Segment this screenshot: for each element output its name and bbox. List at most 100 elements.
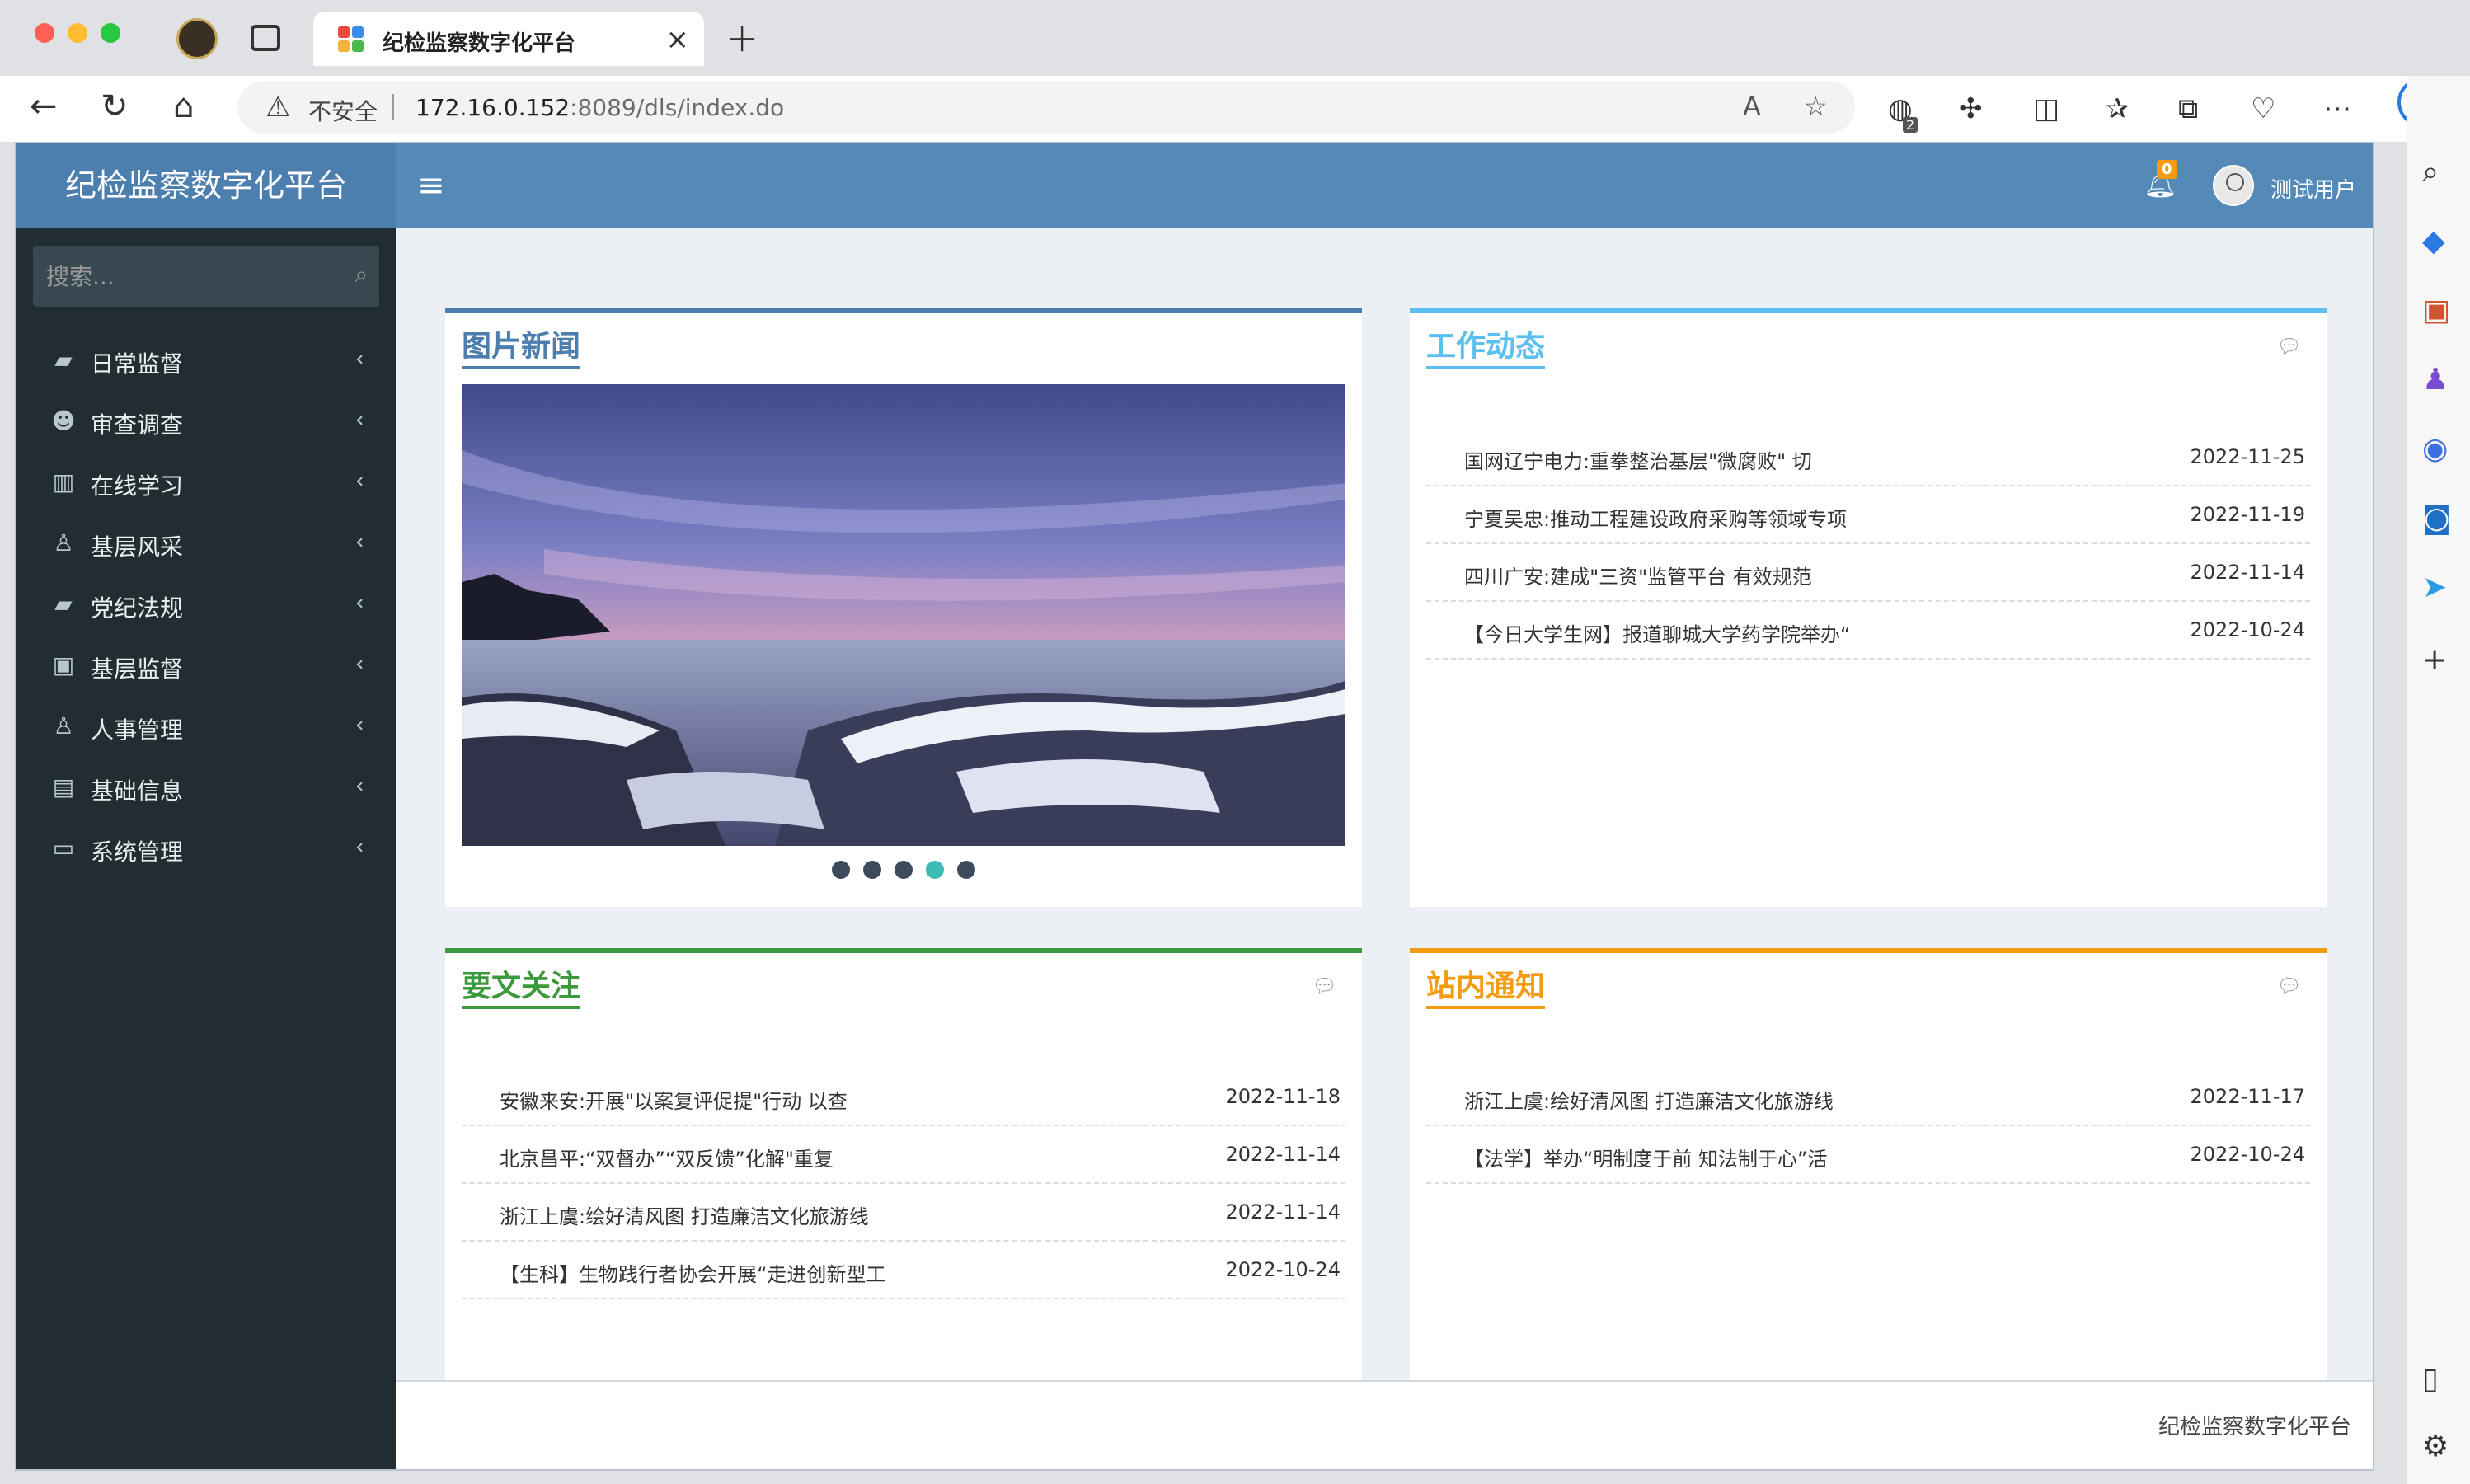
more-options-icon[interactable]: ⋯ bbox=[2323, 92, 2351, 125]
comment-icon[interactable]: 💬︎ bbox=[2277, 974, 2302, 998]
browser-essentials-icon[interactable]: ♡ bbox=[2251, 92, 2275, 125]
sidebar-item-label: 日常监督 bbox=[91, 350, 184, 378]
minimize-window-button[interactable] bbox=[68, 23, 87, 43]
home-icon[interactable]: ⌂ bbox=[173, 87, 194, 125]
comment-icon[interactable]: 💬︎ bbox=[2277, 335, 2302, 358]
news-row[interactable]: 北京昌平:“双督办”“双反馈”化解"重复 2022-11-14 bbox=[462, 1126, 1345, 1184]
outlook-icon[interactable]: ◙ bbox=[2422, 501, 2451, 535]
news-title[interactable]: 【生科】生物践行者协会开展“走进创新型工 bbox=[500, 1258, 885, 1287]
sidebar-item-label: 基层风采 bbox=[91, 533, 184, 561]
add-sidebar-app-icon[interactable]: + bbox=[2422, 643, 2447, 677]
news-row[interactable]: 【生科】生物践行者协会开展“走进创新型工 2022-10-24 bbox=[462, 1242, 1345, 1299]
chevron-left-icon: ‹ bbox=[355, 345, 364, 372]
comment-icon[interactable]: 💬︎ bbox=[1312, 974, 1337, 998]
news-row[interactable]: 宁夏吴忠:推动工程建设政府采购等领域专项 2022-11-19 bbox=[1426, 486, 2310, 544]
collections-icon[interactable]: ⧉ bbox=[2178, 92, 2198, 125]
new-tab-button[interactable]: + bbox=[726, 15, 758, 61]
tab-title: 纪检监察数字化平台 bbox=[383, 31, 576, 56]
person-icon: ♙ bbox=[53, 712, 74, 740]
news-title[interactable]: 浙江上虞:绘好清风图 打造廉洁文化旅游线 bbox=[1464, 1085, 1834, 1114]
browser-profile-avatar[interactable] bbox=[176, 18, 218, 59]
menu-toggle-icon[interactable]: ≡ bbox=[417, 167, 445, 204]
games-icon[interactable]: ♟ bbox=[2422, 363, 2449, 397]
sidebar-item[interactable]: ♙ 基层风采 ‹ bbox=[16, 513, 396, 574]
chevron-left-icon: ‹ bbox=[355, 406, 364, 433]
url-text[interactable]: 172.16.0.152:8089/dls/index.do bbox=[416, 94, 784, 121]
news-title[interactable]: 【法学】举办“明制度于前 知法制于心”活 bbox=[1464, 1143, 1828, 1172]
send-icon[interactable]: ➤ bbox=[2422, 571, 2447, 604]
key-articles-title[interactable]: 要文关注 bbox=[462, 968, 581, 1009]
sidebar-item[interactable]: ▰ 日常监督 ‹ bbox=[16, 330, 396, 391]
sidebar-item-label: 人事管理 bbox=[91, 716, 184, 744]
photo-news-title[interactable]: 图片新闻 bbox=[462, 328, 581, 369]
news-title[interactable]: 国网辽宁电力:重拳整治基层"微腐败" 切 bbox=[1464, 445, 1812, 474]
carousel-dot[interactable] bbox=[957, 861, 975, 879]
maximize-window-button[interactable] bbox=[101, 23, 120, 43]
refresh-icon[interactable]: ↻ bbox=[101, 87, 129, 125]
sidebar-search-input[interactable] bbox=[46, 261, 326, 292]
desktop-icon: ▭ bbox=[52, 834, 75, 862]
news-title[interactable]: 浙江上虞:绘好清风图 打造廉洁文化旅游线 bbox=[500, 1200, 869, 1229]
address-bar[interactable]: ⚠ 不安全 172.16.0.152:8089/dls/index.do A ☆ bbox=[237, 81, 1855, 134]
sidebar-item-label: 审查调查 bbox=[91, 411, 184, 439]
sidebar-item[interactable]: ▭ 系统管理 ‹ bbox=[16, 818, 396, 879]
carousel-indicators bbox=[445, 861, 1362, 882]
news-title[interactable]: 四川广安:建成"三资"监管平台 有效规范 bbox=[1464, 561, 1812, 589]
search-icon[interactable]: ⌕ bbox=[2422, 155, 2439, 190]
close-window-button[interactable] bbox=[35, 23, 54, 43]
news-row[interactable]: 四川广安:建成"三资"监管平台 有效规范 2022-11-14 bbox=[1426, 544, 2310, 602]
add-favorite-icon[interactable]: ☆ bbox=[1804, 91, 1828, 122]
tools-briefcase-icon[interactable]: ▣ bbox=[2422, 294, 2450, 327]
carousel-dot[interactable] bbox=[926, 861, 944, 879]
news-row[interactable]: 浙江上虞:绘好清风图 打造廉洁文化旅游线 2022-11-14 bbox=[462, 1184, 1345, 1242]
sidebar-item[interactable]: ▥ 在线学习 ‹ bbox=[16, 452, 396, 513]
carousel-dot[interactable] bbox=[895, 861, 913, 879]
user-avatar[interactable] bbox=[2213, 165, 2254, 206]
news-title[interactable]: 安徽来安:开展"以案复评促提"行动 以查 bbox=[500, 1085, 848, 1114]
split-screen-icon[interactable]: ◫ bbox=[2033, 92, 2059, 125]
back-icon[interactable]: ← bbox=[30, 87, 58, 125]
tab-close-icon[interactable]: × bbox=[666, 23, 690, 56]
browser-tab-active[interactable]: 纪检监察数字化平台 × bbox=[313, 12, 704, 66]
office-icon[interactable]: ◉ bbox=[2422, 432, 2448, 466]
news-date: 2022-10-24 bbox=[2190, 1143, 2305, 1166]
site-notices-title[interactable]: 站内通知 bbox=[1426, 968, 1546, 1009]
settings-gear-icon[interactable]: ⚙ bbox=[2422, 1430, 2449, 1463]
news-row[interactable]: 【今日大学生网】报道聊城大学药学院举办“ 2022-10-24 bbox=[1426, 602, 2310, 660]
chevron-left-icon: ‹ bbox=[355, 589, 364, 616]
app-logo[interactable]: 纪检监察数字化平台 bbox=[16, 143, 396, 228]
key-articles-list: 安徽来安:开展"以案复评促提"行动 以查 2022-11-18 北京昌平:“双督办”… bbox=[462, 1068, 1345, 1299]
sidebar-item[interactable]: ▰ 党纪法规 ‹ bbox=[16, 574, 396, 635]
sidebar-layout-icon[interactable]: ▯ bbox=[2422, 1362, 2439, 1396]
photo-carousel-image[interactable] bbox=[462, 384, 1345, 846]
sidebar-item[interactable]: ▤ 基础信息 ‹ bbox=[16, 757, 396, 818]
work-news-panel: 工作动态 💬︎ 国网辽宁电力:重拳整治基层"微腐败" 切 2022-11-25 宁夏… bbox=[1410, 308, 2327, 907]
sidebar-item[interactable]: ▣ 基层监督 ‹ bbox=[16, 635, 396, 696]
users-icon: ☻ bbox=[51, 407, 76, 434]
extensions-icon[interactable]: ✣ bbox=[1959, 92, 1983, 125]
news-date: 2022-11-19 bbox=[2190, 503, 2305, 526]
carousel-dot[interactable] bbox=[863, 861, 881, 879]
news-row[interactable]: 【法学】举办“明制度于前 知法制于心”活 2022-10-24 bbox=[1426, 1126, 2310, 1184]
carousel-dot[interactable] bbox=[832, 861, 850, 879]
news-date: 2022-11-14 bbox=[1225, 1143, 1341, 1166]
news-date: 2022-11-14 bbox=[1225, 1200, 1341, 1223]
news-row[interactable]: 浙江上虞:绘好清风图 打造廉洁文化旅游线 2022-11-17 bbox=[1426, 1068, 2310, 1126]
search-icon[interactable]: ⌕ bbox=[355, 261, 368, 289]
tab-actions-icon[interactable] bbox=[251, 25, 280, 51]
sidebar-item[interactable]: ♙ 人事管理 ‹ bbox=[16, 696, 396, 757]
news-title[interactable]: 【今日大学生网】报道聊城大学药学院举办“ bbox=[1464, 618, 1850, 647]
read-aloud-icon[interactable]: A bbox=[1743, 91, 1761, 122]
sidebar-item[interactable]: ☻ 审查调查 ‹ bbox=[16, 391, 396, 452]
news-row[interactable]: 安徽来安:开展"以案复评促提"行动 以查 2022-11-18 bbox=[462, 1068, 1345, 1126]
work-news-title[interactable]: 工作动态 bbox=[1426, 328, 1546, 369]
shopping-tag-icon[interactable]: ◆ bbox=[2422, 224, 2445, 258]
security-label[interactable]: 不安全 bbox=[308, 94, 378, 127]
news-title[interactable]: 北京昌平:“双督办”“双反馈”化解"重复 bbox=[500, 1143, 834, 1172]
news-title[interactable]: 宁夏吴忠:推动工程建设政府采购等领域专项 bbox=[1464, 503, 1847, 532]
favorites-icon[interactable]: ✰ bbox=[2106, 92, 2130, 125]
sidebar-search: ⌕ bbox=[33, 246, 379, 307]
news-row[interactable]: 国网辽宁电力:重拳整治基层"微腐败" 切 2022-11-25 bbox=[1426, 429, 2310, 486]
username[interactable]: 测试用户 bbox=[2270, 173, 2356, 204]
chevron-left-icon: ‹ bbox=[355, 772, 364, 799]
